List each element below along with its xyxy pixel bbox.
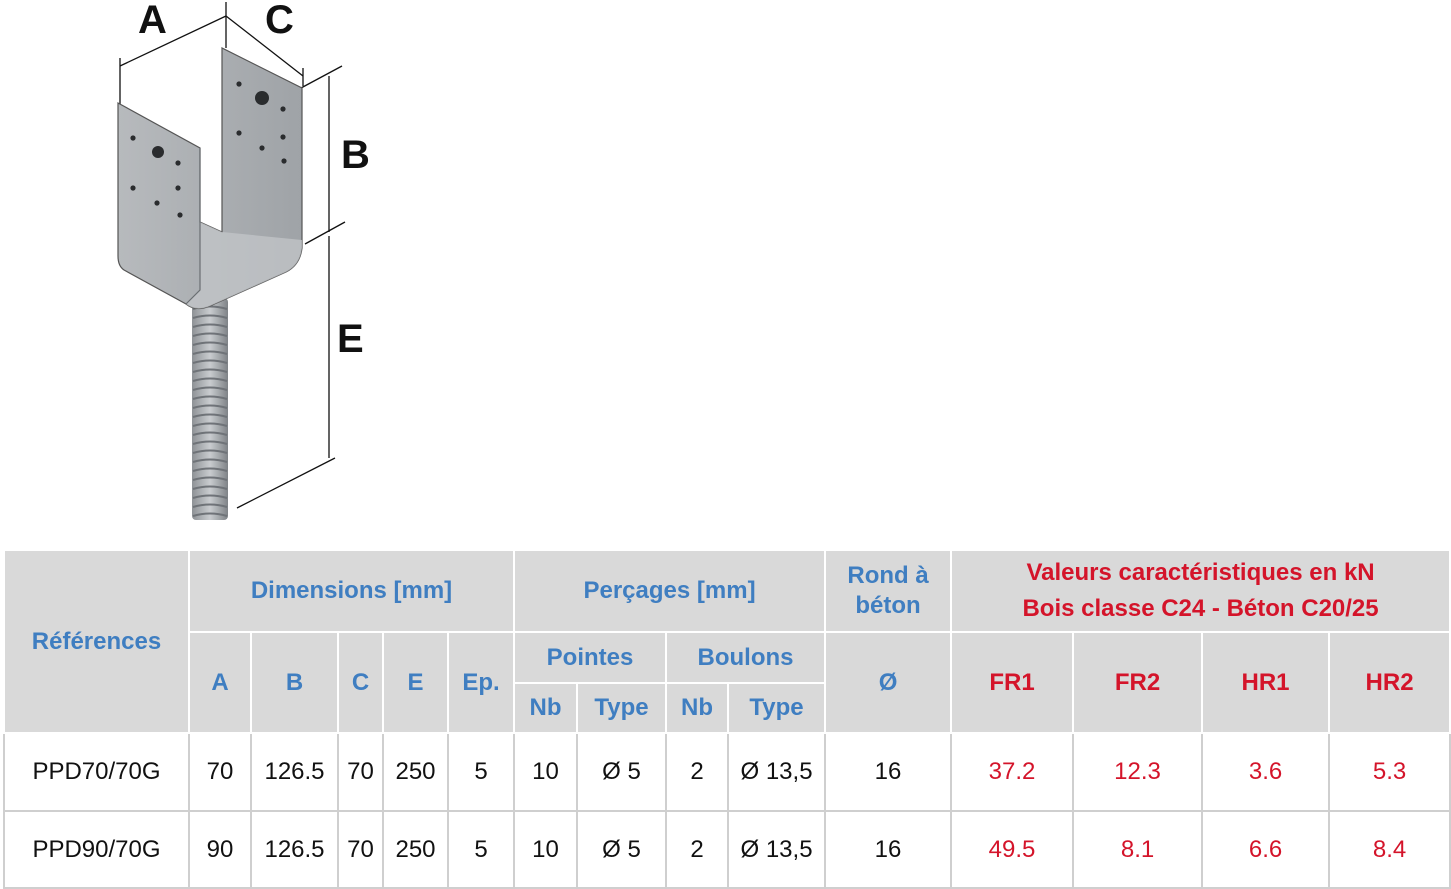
- dim-label-b: B: [341, 133, 370, 177]
- header-percages: Perçages [mm]: [513, 549, 827, 633]
- header-hr1: HR1: [1201, 631, 1331, 734]
- cell-pointes-nb: 10: [513, 810, 579, 889]
- cell-boulons-type: Ø 13,5: [727, 810, 827, 889]
- cell-boulons-nb: 2: [665, 810, 730, 889]
- cell-b: 126.5: [250, 810, 339, 889]
- cell-ref: PPD70/70G: [3, 732, 190, 812]
- cell-rond: 16: [824, 810, 953, 889]
- cell-hr1: 6.6: [1201, 810, 1331, 889]
- header-col-c: C: [337, 631, 384, 734]
- header-rond-beton: Rond à béton: [824, 549, 953, 633]
- header-boulons-nb: Nb: [665, 682, 730, 734]
- cell-boulons-nb: 2: [665, 732, 730, 812]
- header-rond-line1: Rond à: [847, 562, 929, 589]
- header-dimensions: Dimensions [mm]: [187, 549, 516, 633]
- header-valeurs: Valeurs caractéristiques en kN Bois clas…: [950, 549, 1451, 633]
- cell-hr2: 8.4: [1328, 810, 1451, 889]
- header-valeurs-line2: Bois classe C24 - Béton C20/25: [1022, 595, 1379, 622]
- cell-e: 250: [382, 732, 449, 812]
- cell-fr1: 37.2: [950, 732, 1075, 812]
- u-bracket: [117, 47, 303, 310]
- cell-ref: PPD90/70G: [3, 810, 190, 889]
- header-diameter: Ø: [824, 631, 953, 734]
- header-fr2: FR2: [1072, 631, 1204, 734]
- cell-fr2: 8.1: [1072, 810, 1204, 889]
- header-pointes-type: Type: [576, 682, 668, 734]
- cell-pointes-type: Ø 5: [576, 732, 668, 812]
- header-col-b: B: [250, 631, 339, 734]
- cell-b: 126.5: [250, 732, 339, 812]
- dim-label-e: E: [337, 317, 364, 361]
- header-col-a: A: [188, 631, 252, 734]
- header-boulons: Boulons: [665, 631, 827, 684]
- dim-label-a: A: [138, 0, 167, 42]
- table-row: PPD70/70G 70 126.5 70 250 5 10 Ø 5 2 Ø 1…: [3, 732, 1451, 812]
- header-col-ep: Ep.: [446, 631, 516, 734]
- cell-hr2: 5.3: [1328, 732, 1451, 812]
- header-references: Références: [3, 549, 190, 734]
- cell-rond: 16: [824, 732, 953, 812]
- cell-pointes-type: Ø 5: [576, 810, 668, 889]
- cell-fr2: 12.3: [1072, 732, 1204, 812]
- cell-fr1: 49.5: [950, 810, 1075, 889]
- threaded-rod: [192, 298, 228, 520]
- header-valeurs-line1: Valeurs caractéristiques en kN: [1026, 559, 1375, 586]
- cell-hr1: 3.6: [1201, 732, 1331, 812]
- cell-ep: 5: [446, 810, 516, 889]
- cell-boulons-type: Ø 13,5: [727, 732, 827, 812]
- post-base-illustration: A C B E: [117, 0, 370, 520]
- header-rond-line2: béton: [855, 592, 921, 619]
- cell-a: 90: [188, 810, 252, 889]
- header-pointes: Pointes: [513, 631, 668, 684]
- cell-e: 250: [382, 810, 449, 889]
- cell-c: 70: [337, 810, 384, 889]
- table-row: PPD90/70G 90 126.5 70 250 5 10 Ø 5 2 Ø 1…: [3, 810, 1451, 889]
- cell-ep: 5: [446, 732, 516, 812]
- dim-label-c: C: [265, 0, 294, 42]
- header-col-e: E: [382, 631, 449, 734]
- cell-c: 70: [337, 732, 384, 812]
- header-pointes-nb: Nb: [513, 682, 579, 734]
- cell-a: 70: [188, 732, 252, 812]
- header-fr1: FR1: [950, 631, 1075, 734]
- cell-pointes-nb: 10: [513, 732, 579, 812]
- specifications-table: Références Dimensions [mm] Perçages [mm]…: [3, 549, 1451, 889]
- header-boulons-type: Type: [727, 682, 827, 734]
- header-hr2: HR2: [1328, 631, 1451, 734]
